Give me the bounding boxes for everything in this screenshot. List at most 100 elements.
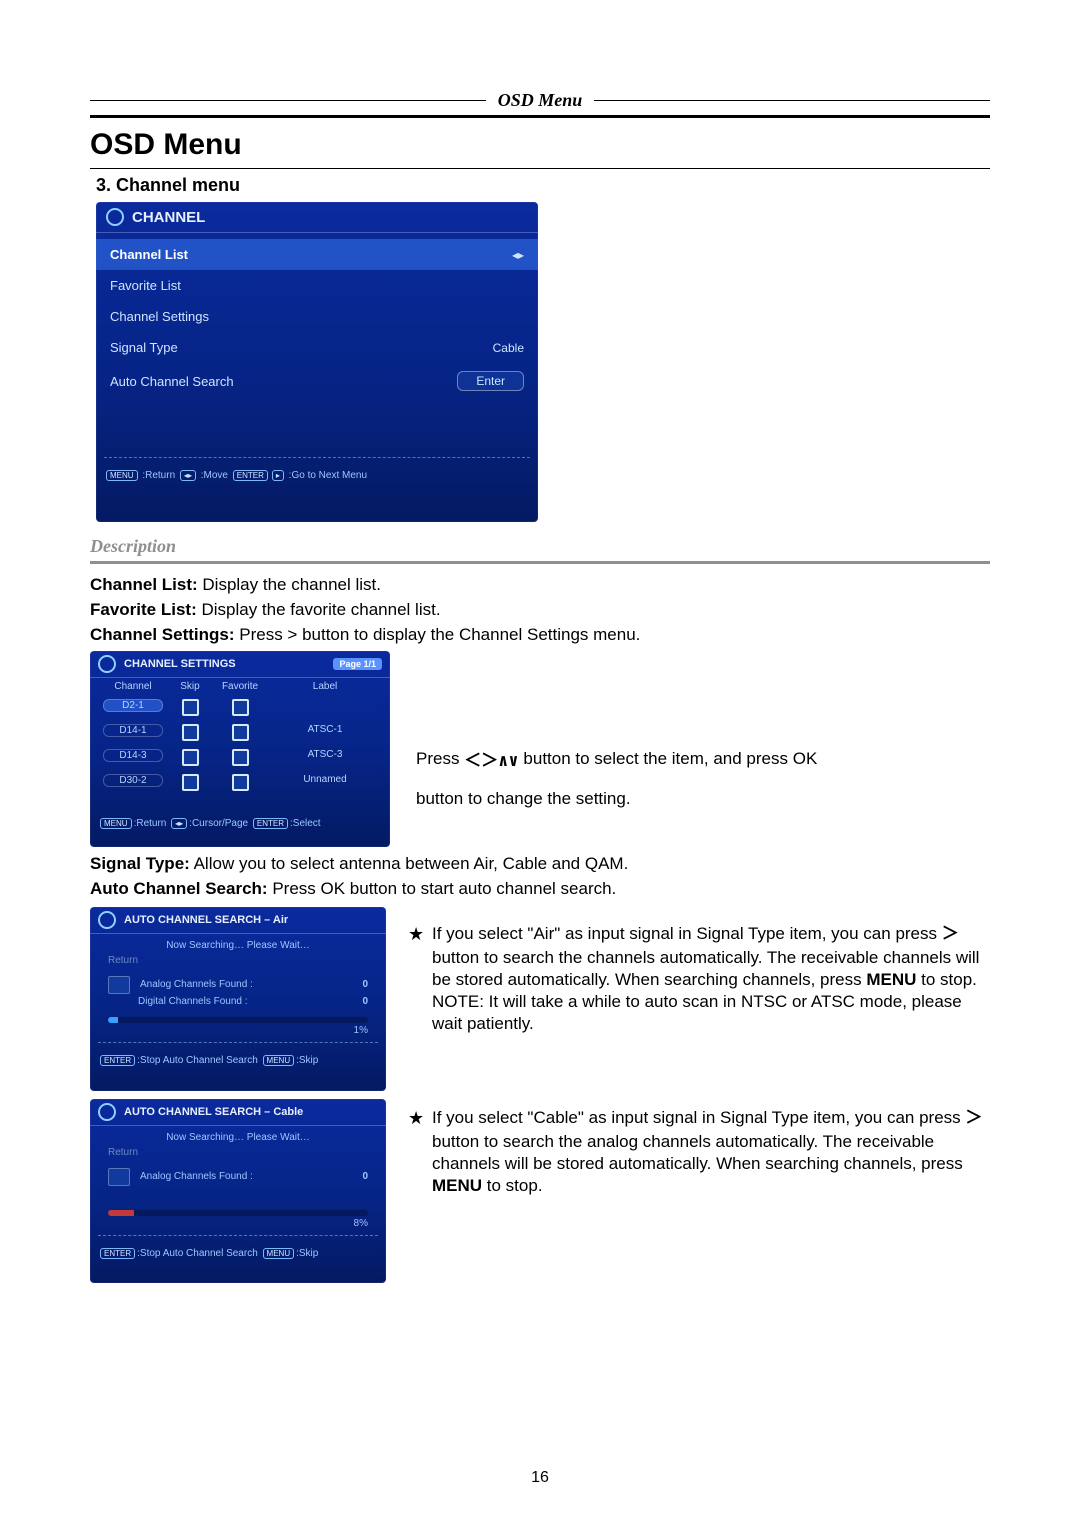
col-skip: Skip	[168, 681, 212, 692]
legend-return: :Return	[134, 818, 167, 829]
cell-label: ATSC-1	[268, 724, 382, 741]
checkbox-icon[interactable]	[182, 724, 199, 741]
menu-item-auto-channel-search[interactable]: Auto Channel Search Enter	[96, 363, 538, 399]
right-key-icon: ▸	[272, 470, 284, 481]
menu-item-channel-settings[interactable]: Channel Settings	[96, 301, 538, 332]
osd-divider	[104, 457, 530, 459]
header-rule-right	[594, 100, 990, 101]
col-channel: Channel	[98, 681, 168, 692]
cell-channel: D14-3	[103, 749, 163, 762]
legend-cursor: :Cursor/Page	[189, 818, 248, 829]
checkbox-icon[interactable]	[232, 724, 249, 741]
section-heading: 3. Channel menu	[96, 175, 990, 196]
air-bullet-text: If you select "Air" as input signal in S…	[432, 923, 990, 1035]
enter-key-icon: ENTER	[253, 818, 288, 829]
table-row[interactable]: D2-1	[98, 695, 382, 720]
osd-auto-search-cable: AUTO CHANNEL SEARCH – Cable Now Searchin…	[90, 1099, 386, 1283]
def-signal-type: Allow you to select antenna between Air,…	[190, 854, 629, 873]
menu-item-channel-list[interactable]: Channel List ◂▸	[96, 239, 538, 270]
osd-legend: ENTER:Stop Auto Channel Search MENU:Skip	[90, 1243, 386, 1264]
term-signal-type: Signal Type:	[90, 854, 190, 873]
found-value: 0	[362, 996, 368, 1007]
menu-item-label: Channel List	[110, 247, 512, 262]
now-searching-text: Now Searching… Please Wait…	[90, 1126, 386, 1145]
found-key: Analog Channels Found :	[140, 1171, 362, 1182]
legend-skip: :Skip	[296, 1248, 318, 1259]
menu-item-signal-type[interactable]: Signal Type Cable	[96, 332, 538, 363]
osd-settings-title: CHANNEL SETTINGS	[124, 658, 236, 670]
text-fragment: to stop.	[482, 1176, 542, 1195]
cable-bullet-text: If you select "Cable" as input signal in…	[432, 1107, 990, 1197]
text-fragment: If you select "Cable" as input signal in…	[432, 1108, 965, 1127]
table-row[interactable]: D14-1 ATSC-1	[98, 720, 382, 745]
gear-icon	[98, 911, 116, 929]
enter-button[interactable]: Enter	[457, 371, 524, 391]
term-auto-search: Auto Channel Search:	[90, 879, 268, 898]
osd-cable-header: AUTO CHANNEL SEARCH – Cable	[90, 1099, 386, 1126]
table-row[interactable]: D30-2 Unnamed	[98, 770, 382, 795]
progress-percent: 8%	[108, 1218, 368, 1229]
now-searching-text: Now Searching… Please Wait…	[90, 934, 386, 953]
found-key: Analog Channels Found :	[140, 979, 362, 990]
term-favorite-list: Favorite List:	[90, 600, 197, 619]
cell-label: Unnamed	[268, 774, 382, 791]
osd-settings-header: CHANNEL SETTINGS Page 1/1	[90, 651, 390, 678]
page-badge: Page 1/1	[333, 658, 382, 670]
arrow-symbols-icon: ＜＞∧∨	[464, 746, 518, 772]
enter-key-icon: ENTER	[100, 1055, 135, 1066]
found-row: Analog Channels Found : 0	[90, 968, 386, 996]
osd-legend: ENTER:Stop Auto Channel Search MENU:Skip	[90, 1050, 386, 1071]
checkbox-icon[interactable]	[232, 774, 249, 791]
text-fragment: Press	[416, 749, 464, 768]
checkbox-icon[interactable]	[182, 699, 199, 716]
progress-percent: 1%	[108, 1025, 368, 1036]
legend-move: :Move	[201, 470, 228, 481]
osd-channel-menu: CHANNEL Channel List ◂▸ Favorite List Ch…	[96, 202, 538, 522]
right-arrow-icon: ＞	[965, 1110, 982, 1129]
checkbox-icon[interactable]	[232, 749, 249, 766]
cell-label: ATSC-3	[268, 749, 382, 766]
cell-channel: D14-1	[103, 724, 163, 737]
page-number: 16	[0, 1469, 1080, 1487]
description-heading: Description	[90, 536, 990, 557]
checkbox-icon[interactable]	[182, 749, 199, 766]
running-header-title: OSD Menu	[498, 90, 583, 111]
legend-goto: :Go to Next Menu	[289, 470, 367, 481]
legend-stop: :Stop Auto Channel Search	[137, 1248, 258, 1259]
progress-bar: 1%	[108, 1017, 368, 1036]
return-label: Return	[90, 1145, 386, 1160]
def-channel-settings: Press > button to display the Channel Se…	[235, 625, 641, 644]
osd-channel-settings: CHANNEL SETTINGS Page 1/1 Channel Skip F…	[90, 651, 390, 847]
gear-icon	[106, 208, 124, 226]
thumbnail-icon	[108, 976, 130, 994]
description-body: Channel List: Display the channel list. …	[90, 574, 990, 647]
checkbox-icon[interactable]	[182, 774, 199, 791]
enter-key-icon: ENTER	[233, 470, 268, 481]
running-header: OSD Menu	[90, 90, 990, 111]
menu-item-label: Auto Channel Search	[110, 374, 457, 389]
settings-table-header: Channel Skip Favorite Label	[98, 678, 382, 695]
text-fragment: button to search the analog channels aut…	[432, 1132, 963, 1173]
menu-key-icon: MENU	[263, 1248, 295, 1259]
menu-item-favorite-list[interactable]: Favorite List	[96, 270, 538, 301]
updown-key-icon: ◂▸	[180, 470, 196, 481]
arrow-keys-icon: ◂▸	[171, 818, 187, 829]
progress-bar: 8%	[108, 1210, 368, 1229]
menu-item-value: Cable	[493, 341, 524, 355]
osd-cable-title: AUTO CHANNEL SEARCH – Cable	[124, 1106, 303, 1118]
star-icon: ★	[408, 1107, 432, 1197]
right-arrows-icon: ◂▸	[512, 248, 524, 262]
settings-side-text: Press ＜＞∧∨ button to select the item, an…	[390, 651, 990, 826]
header-rule-left	[90, 100, 486, 101]
osd-divider	[98, 1042, 378, 1044]
osd-divider	[98, 1235, 378, 1237]
found-key: Digital Channels Found :	[138, 996, 362, 1007]
header-thick-rule	[90, 115, 990, 118]
checkbox-icon[interactable]	[232, 699, 249, 716]
after-settings-body: Signal Type: Allow you to select antenna…	[90, 853, 990, 901]
table-row[interactable]: D14-3 ATSC-3	[98, 745, 382, 770]
menu-item-label: Channel Settings	[110, 309, 524, 324]
star-icon: ★	[408, 923, 432, 1035]
enter-key-icon: ENTER	[100, 1248, 135, 1259]
osd-legend: MENU:Return ◂▸:Cursor/Page ENTER:Select	[90, 813, 390, 834]
